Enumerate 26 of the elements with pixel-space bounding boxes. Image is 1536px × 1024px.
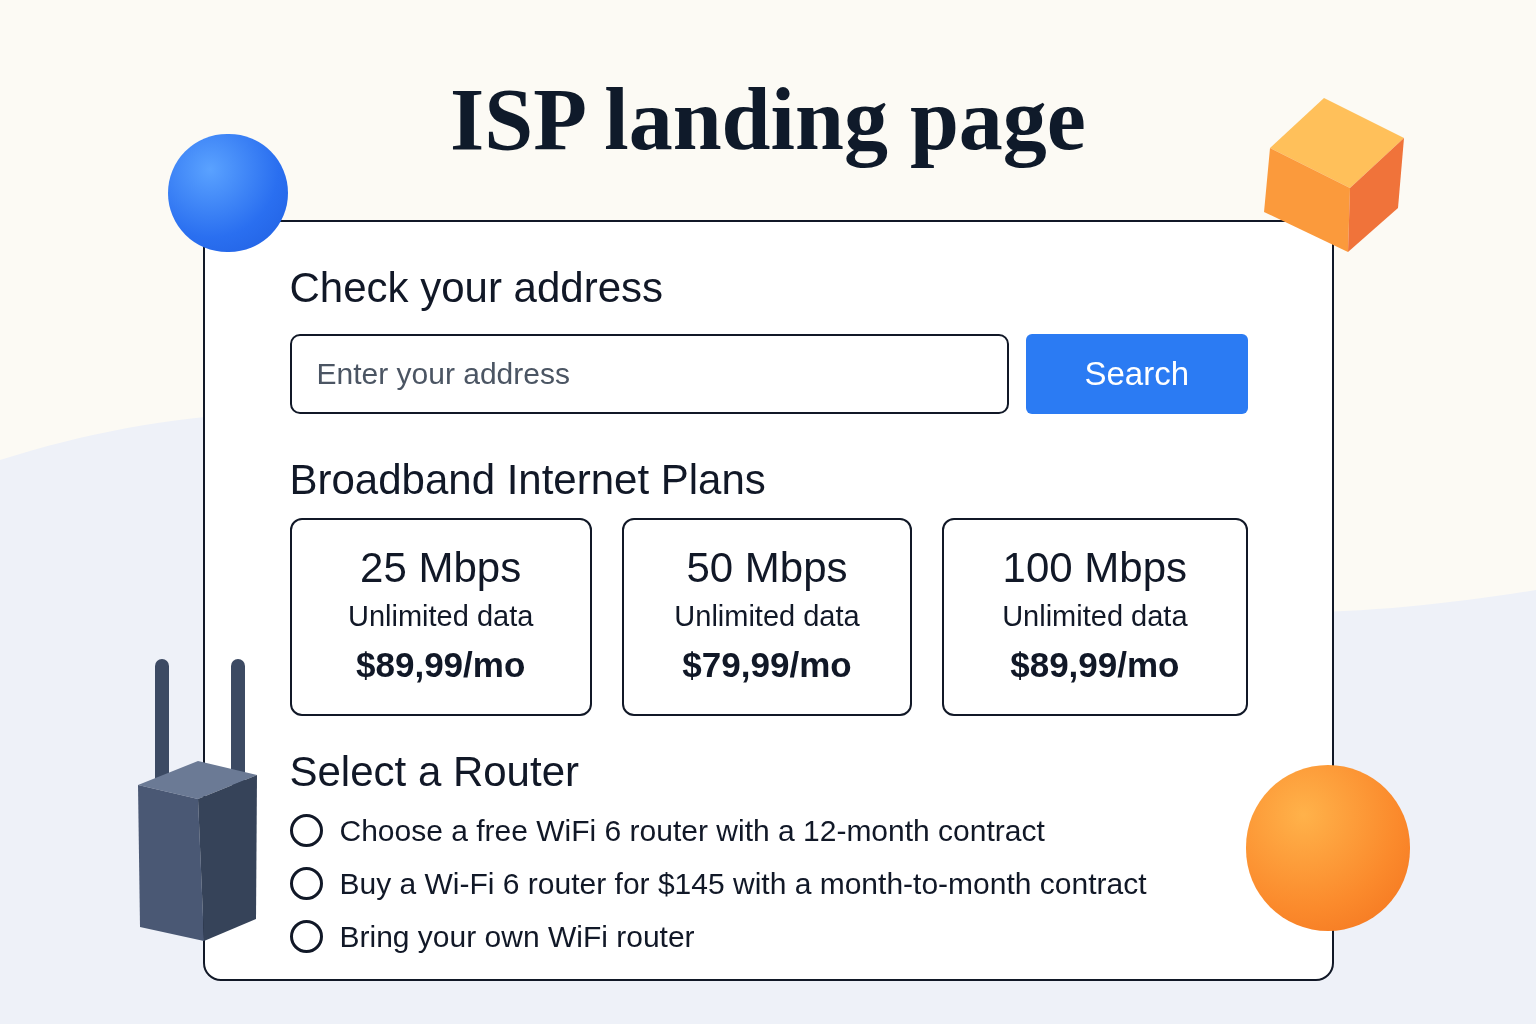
- plan-card[interactable]: 100 Mbps Unlimited data $89,99/mo: [942, 518, 1248, 716]
- cube-icon: [1262, 96, 1406, 254]
- plan-data: Unlimited data: [1002, 599, 1188, 634]
- search-button[interactable]: Search: [1026, 334, 1248, 414]
- plan-price: $89,99/mo: [356, 644, 526, 686]
- section-heading: Check your address: [289, 263, 664, 313]
- router-icon: [136, 657, 258, 943]
- option-label: Bring your own WiFi router: [339, 919, 695, 955]
- address-input-field[interactable]: Enter your address: [289, 334, 1009, 414]
- radio-button[interactable]: [289, 814, 323, 847]
- plan-speed: 25 Mbps: [360, 543, 522, 593]
- plan-speed: 50 Mbps: [686, 543, 848, 593]
- option-label: Choose a free WiFi 6 router with a 12-month contract: [339, 813, 1045, 849]
- page-title: ISP landing page: [450, 70, 1086, 170]
- section-heading: Select a Router: [289, 747, 580, 797]
- option-label: Buy a Wi-Fi 6 router for $145 with a month-to-month contract: [339, 866, 1147, 902]
- radio-button[interactable]: [289, 920, 323, 953]
- plan-speed: 100 Mbps: [1002, 543, 1188, 593]
- plan-card[interactable]: 25 Mbps Unlimited data $89,99/mo: [289, 518, 592, 716]
- plan-data: Unlimited data: [347, 599, 534, 634]
- plan-data: Unlimited data: [674, 599, 860, 634]
- plan-card[interactable]: 50 Mbps Unlimited data $79,99/mo: [621, 518, 913, 716]
- section-heading: Broadband Internet Plans: [289, 455, 767, 505]
- radio-button[interactable]: [289, 867, 323, 900]
- plan-price: $79,99/mo: [682, 644, 852, 686]
- plan-price: $89,99/mo: [1010, 644, 1180, 686]
